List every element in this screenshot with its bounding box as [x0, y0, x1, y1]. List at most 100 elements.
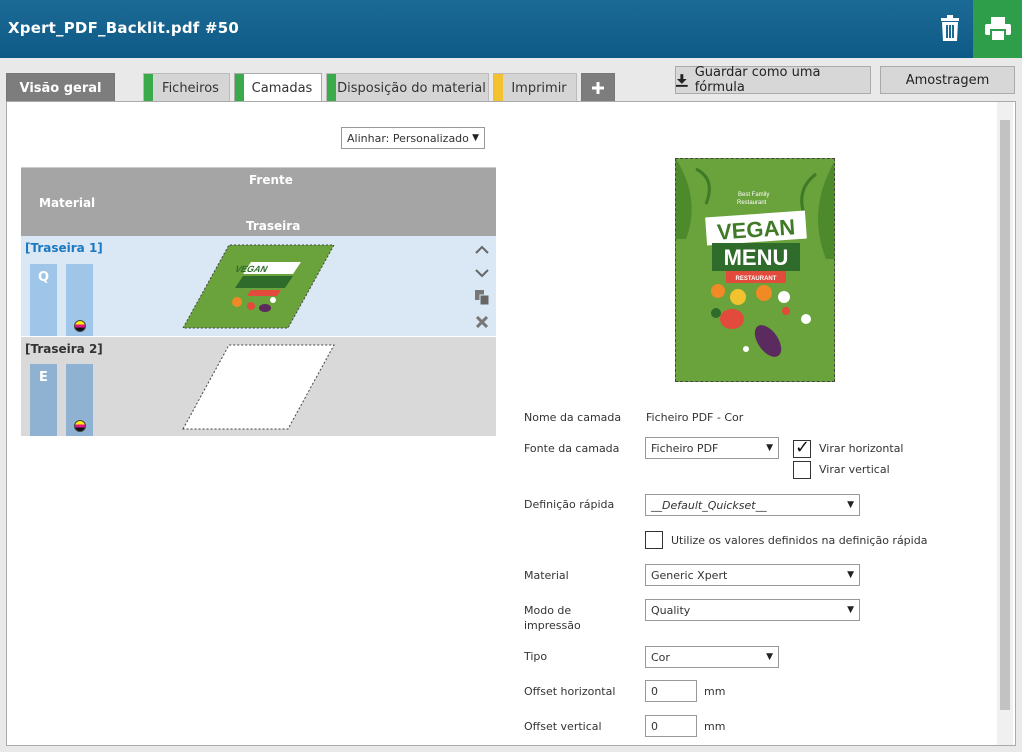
- print-mode-select[interactable]: Quality ▼: [645, 599, 860, 621]
- tab-files[interactable]: Ficheiros: [143, 73, 230, 102]
- offset-horizontal-unit: mm: [704, 685, 726, 698]
- layer-preview: Best Family Restaurant VEGAN MENU RESTAU…: [675, 158, 835, 382]
- print-mode-value: Quality: [651, 603, 691, 617]
- sample-button[interactable]: Amostragem: [880, 66, 1015, 94]
- layer-source-select[interactable]: Ficheiro PDF ▼: [645, 437, 779, 459]
- tab-status-stripe: [235, 74, 244, 103]
- flip-vertical-checkbox[interactable]: [793, 461, 811, 479]
- align-select[interactable]: Alinhar: Personalizado ▼: [341, 127, 485, 149]
- delete-layer-button[interactable]: [473, 313, 491, 331]
- download-icon: [676, 73, 688, 87]
- cmyk-icon: [74, 420, 86, 432]
- preview-badge: RESTAURANT: [736, 276, 777, 282]
- chevron-down-icon: [475, 268, 489, 277]
- offset-vertical-unit: mm: [704, 720, 726, 733]
- column-back: Traseira: [246, 219, 301, 233]
- offset-vertical-input[interactable]: 0: [645, 715, 697, 737]
- chevron-down-icon: ▼: [847, 500, 854, 510]
- tab-print[interactable]: Imprimir: [493, 73, 577, 102]
- layer-thumbnail[interactable]: [181, 344, 336, 430]
- offset-vertical-value: 0: [651, 719, 658, 733]
- chevron-down-icon: ▼: [766, 443, 773, 453]
- offset-horizontal-value: 0: [651, 684, 658, 698]
- tab-label: Disposição do material: [337, 80, 486, 96]
- move-layer-down-button[interactable]: [473, 264, 491, 282]
- tab-status-stripe: [494, 74, 503, 102]
- flip-horizontal-label: Virar horizontal: [819, 442, 904, 455]
- preview-word-vegan: VEGAN: [716, 214, 796, 244]
- type-select[interactable]: Cor ▼: [645, 646, 779, 668]
- quickset-value: __Default_Quickset__: [651, 498, 767, 512]
- tab-label: Imprimir: [511, 80, 567, 96]
- type-value: Cor: [651, 650, 670, 664]
- flip-vertical-label: Virar vertical: [819, 463, 890, 476]
- scrollbar-thumb[interactable]: [1000, 120, 1010, 710]
- offset-horizontal-label: Offset horizontal: [524, 685, 616, 698]
- cmyk-icon: [74, 320, 86, 332]
- delete-job-button[interactable]: [930, 8, 970, 48]
- material-select[interactable]: Generic Xpert ▼: [645, 564, 860, 586]
- flip-horizontal-checkbox[interactable]: ✓: [793, 437, 811, 458]
- tab-status-stripe: [144, 74, 153, 102]
- tab-label: Camadas: [251, 81, 313, 96]
- column-material: Material: [39, 196, 96, 210]
- svg-text:Restaurant: Restaurant: [737, 200, 767, 206]
- material-bar: E: [30, 364, 57, 436]
- offset-horizontal-input[interactable]: 0: [645, 680, 697, 702]
- close-icon: [476, 316, 488, 328]
- tab-label: Visão geral: [19, 80, 102, 96]
- duplicate-layer-button[interactable]: [473, 288, 491, 306]
- material-bar: Q: [30, 264, 57, 336]
- use-quickset-checkbox[interactable]: [645, 531, 663, 549]
- tab-label: Ficheiros: [162, 80, 219, 96]
- printer-icon: [984, 17, 1011, 41]
- sample-label: Amostragem: [905, 72, 990, 88]
- layer-source-label: Fonte da camada: [524, 442, 620, 455]
- layers-table-header: Frente Material Traseira: [21, 167, 496, 236]
- column-front: Frente: [249, 173, 293, 187]
- print-mode-letter: E: [39, 370, 48, 385]
- quickset-select[interactable]: __Default_Quickset__ ▼: [645, 494, 860, 516]
- svg-text:Best Family: Best Family: [738, 192, 769, 198]
- align-value: Alinhar: Personalizado: [347, 131, 469, 145]
- chevron-down-icon: ▼: [766, 652, 773, 662]
- layer-name-value: Ficheiro PDF - Cor: [646, 411, 744, 424]
- chevron-down-icon: ▼: [847, 605, 854, 615]
- add-tab-button[interactable]: [581, 73, 615, 102]
- chevron-up-icon: [475, 245, 489, 254]
- preview-word-menu: MENU: [724, 245, 789, 270]
- tab-media-layout[interactable]: Disposição do material: [326, 73, 489, 102]
- material-label: Material: [524, 569, 569, 582]
- tab-layers[interactable]: Camadas: [234, 73, 322, 103]
- use-quickset-label: Utilize os valores definidos na definiçã…: [671, 534, 928, 547]
- layer-row[interactable]: [Traseira 2] E: [21, 337, 496, 436]
- layer-row[interactable]: [Traseira 1] Q VEGAN: [21, 236, 496, 336]
- job-title: Xpert_PDF_Backlit.pdf #50: [8, 19, 239, 37]
- print-mode-label-line2: impressão: [524, 619, 581, 632]
- checkmark-icon: ✓: [795, 437, 811, 458]
- chevron-down-icon: ▼: [472, 133, 479, 143]
- app-header: Xpert_PDF_Backlit.pdf #50: [0, 0, 1022, 58]
- layer-source-value: Ficheiro PDF: [651, 441, 719, 455]
- copy-icon: [475, 289, 489, 305]
- plus-icon: [592, 82, 604, 94]
- tab-overview[interactable]: Visão geral: [6, 73, 115, 102]
- layer-thumbnail[interactable]: VEGAN: [181, 244, 336, 329]
- preview-tagline-2: Restaurant: [737, 200, 767, 206]
- preview-artwork: Best Family Restaurant VEGAN MENU RESTAU…: [676, 159, 834, 357]
- quickset-label: Definição rápida: [524, 498, 615, 511]
- save-as-recipe-button[interactable]: Guardar como uma fórmula: [675, 65, 871, 95]
- tab-status-stripe: [327, 74, 336, 102]
- preview-tagline-1: Best Family: [738, 192, 769, 198]
- trash-icon: [941, 15, 959, 41]
- save-as-recipe-label: Guardar como uma fórmula: [694, 65, 821, 95]
- print-mode-label-line1: Modo de: [524, 604, 572, 617]
- material-value: Generic Xpert: [651, 568, 728, 582]
- layer-name: [Traseira 1]: [25, 241, 103, 255]
- move-layer-up-button[interactable]: [473, 240, 491, 258]
- print-mode-letter: Q: [37, 270, 50, 285]
- print-button[interactable]: [973, 0, 1022, 58]
- thumb-vegan: VEGAN: [233, 264, 270, 274]
- layer-name-label: Nome da camada: [524, 411, 622, 424]
- offset-vertical-label: Offset vertical: [524, 720, 602, 733]
